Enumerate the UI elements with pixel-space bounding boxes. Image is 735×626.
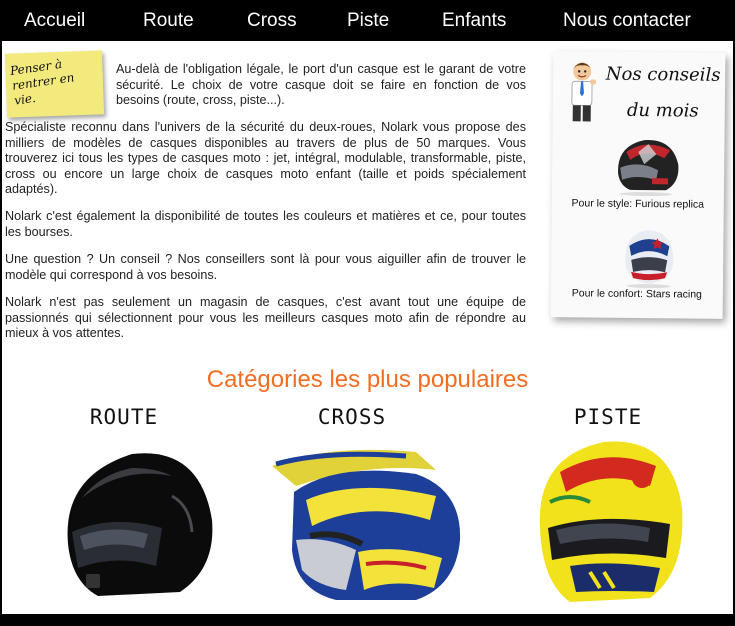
pick-label-furious-replica[interactable]: Pour le style: Furious replica [552, 197, 724, 211]
nav-item-nous-contacter[interactable]: Nous contacter [563, 9, 691, 33]
category-route[interactable]: ROUTE [24, 404, 224, 609]
frame-left-border [0, 41, 2, 626]
intro-paragraph-1: Au-delà de l'obligation légale, le port … [116, 62, 526, 107]
footer-bar [0, 614, 735, 626]
category-route-label: ROUTE [89, 405, 159, 429]
intro-paragraph-5: Nolark n'est pas seulement un magasin de… [5, 295, 526, 340]
nav-item-route[interactable]: Route [143, 9, 194, 33]
advisor-mascot-icon [571, 62, 597, 122]
nav-item-piste[interactable]: Piste [347, 9, 389, 33]
conseils-du-mois-panel: Nos conseils du mois Pour le style: Furi… [550, 51, 726, 319]
intro-paragraph-2: Spécialiste reconnu dans l'univers de la… [5, 120, 526, 196]
cross-helmet-image [272, 449, 461, 600]
category-cross-label: CROSS [317, 405, 387, 429]
sticky-note-text: Penser à rentrer en vie. [9, 56, 76, 108]
piste-helmet-image [539, 441, 683, 602]
category-piste-label: PISTE [573, 405, 643, 429]
furious-replica-helmet-image[interactable] [608, 134, 685, 197]
intro-paragraph-3: Nolark c'est également la disponibilité … [5, 209, 526, 239]
category-cross[interactable]: CROSS [266, 404, 466, 609]
nav-item-accueil[interactable]: Accueil [24, 9, 85, 33]
conseils-title: Nos conseils du mois [605, 63, 721, 122]
main-nav: Accueil Route Cross Piste Enfants Nous c… [0, 0, 735, 41]
route-helmet-image [67, 453, 213, 596]
nav-item-enfants[interactable]: Enfants [442, 9, 506, 33]
nav-item-cross[interactable]: Cross [247, 9, 297, 33]
categories-heading: Catégories les plus populaires [206, 366, 529, 393]
stars-racing-helmet-image[interactable] [611, 226, 688, 289]
pick-label-stars-racing[interactable]: Pour le confort: Stars racing [551, 287, 723, 301]
intro-paragraph-4: Une question ? Un conseil ? Nos conseill… [5, 252, 526, 282]
sticky-note: Penser à rentrer en vie. [4, 50, 105, 118]
category-piste[interactable]: PISTE [508, 404, 708, 609]
